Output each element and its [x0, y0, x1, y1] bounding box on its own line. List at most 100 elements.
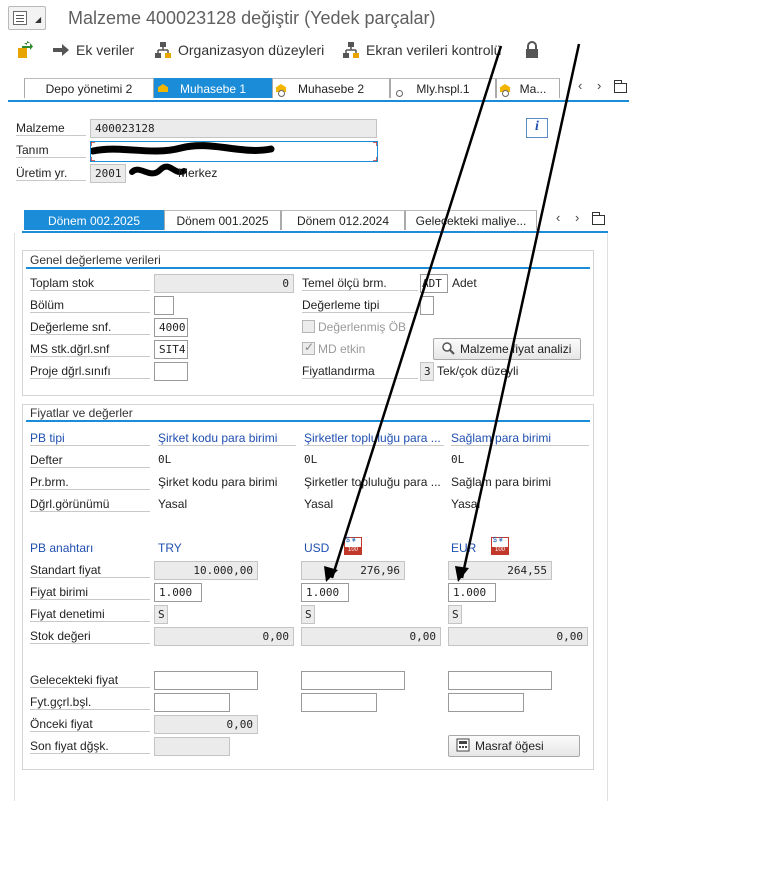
- tab-gelecekteki-maliye[interactable]: Gelecekteki maliye...: [405, 210, 537, 230]
- standart-fiyat-field: 276,96: [301, 561, 405, 580]
- info-icon[interactable]: i: [526, 118, 548, 138]
- genel-title: Genel değerleme verileri: [30, 253, 161, 267]
- fiyat-birimi-label: Fiyat birimi: [30, 585, 150, 600]
- system-menu-button[interactable]: ◢: [8, 6, 46, 30]
- onceki-fiyat-field: 0,00: [154, 715, 258, 734]
- standart-fiyat-field: 10.000,00: [154, 561, 258, 580]
- tab-label: Gelecekteki maliye...: [415, 213, 527, 228]
- tanim-field[interactable]: [90, 141, 378, 162]
- dgrl-gor-value: Yasal: [158, 497, 188, 511]
- tab-donem-001-2025[interactable]: Dönem 001.2025: [164, 210, 281, 230]
- pb-anahtari-label: PB anahtarı: [30, 541, 94, 555]
- tab-label: Dönem 012.2024: [296, 213, 390, 228]
- ms-stk-label: MS stk.dğrl.snf: [30, 342, 150, 357]
- ekran-kontrol-label: Ekran verileri kontrolü: [366, 42, 502, 58]
- currency-key: EUR: [451, 541, 477, 555]
- proje-label: Proje dğrl.sınıfı: [30, 364, 150, 379]
- defter-value: 0L: [451, 453, 465, 466]
- uretim-code-field: 2001: [90, 164, 126, 183]
- malzeme-fiyat-analizi-label: Malzeme fiyat analizi: [460, 342, 572, 356]
- application-toolbar: Ek veriler Organizasyon düzeyleri Ekran …: [0, 38, 758, 64]
- pr-brm-label: Pr.brm.: [30, 475, 150, 490]
- gelecekteki-fiyat-field[interactable]: [301, 671, 405, 690]
- fyt-gcrl-field[interactable]: [154, 693, 230, 712]
- temel-olcu-field[interactable]: ADT: [420, 274, 448, 293]
- tab-label: Ma...: [519, 81, 547, 96]
- malzeme-field: 400023128: [90, 119, 377, 138]
- proje-field[interactable]: [154, 362, 188, 381]
- title-bar: ◢ Malzeme 400023128 değiştir (Yedek parç…: [0, 0, 758, 36]
- degerleme-snf-field[interactable]: 4000: [154, 318, 188, 337]
- fiyatlar-title: Fiyatlar ve değerler: [30, 406, 133, 420]
- onceki-fiyat-label: Önceki fiyat: [30, 717, 150, 732]
- fiyat-denetimi-field: S: [154, 605, 168, 624]
- currency-key: TRY: [158, 541, 182, 555]
- tab-list-folder-icon[interactable]: [614, 80, 627, 93]
- fiyatlandirma-text: Tek/çok düzeyli: [437, 364, 519, 378]
- standart-fiyat-field: 264,55: [448, 561, 552, 580]
- view-tabstrip: Depo yönetimi 2 Muhasebe 1 Muhasebe 2 Ml…: [18, 78, 630, 100]
- pb-tipi-value: Şirketler topluluğu para ...: [304, 431, 444, 446]
- fyt-gcrl-field[interactable]: [448, 693, 524, 712]
- masraf-ogesi-button[interactable]: Masraf öğesi: [448, 735, 580, 757]
- pb-tipi-value: Sağlam para birimi: [451, 431, 589, 446]
- status-dot-icon: [278, 90, 285, 97]
- gelecekteki-fiyat-label: Gelecekteki fiyat: [30, 673, 150, 688]
- chevron-right-icon[interactable]: ›: [575, 210, 579, 225]
- md-etkin-checkbox[interactable]: [302, 340, 315, 355]
- redaction-scribble: [91, 142, 275, 155]
- organizasyon-label: Organizasyon düzeyleri: [178, 42, 325, 58]
- tab-depo-yonetimi-2[interactable]: Depo yönetimi 2: [24, 78, 154, 98]
- fiyat-birimi-field[interactable]: 1.000: [301, 583, 349, 602]
- fyt-gcrl-field[interactable]: [301, 693, 377, 712]
- ekran-kontrol-button[interactable]: Ekran verileri kontrolü: [342, 38, 501, 62]
- tab-donem-002-2025[interactable]: Dönem 002.2025: [24, 210, 164, 230]
- gelecekteki-fiyat-field[interactable]: [154, 671, 258, 690]
- tab-label: Muhasebe 1: [179, 81, 247, 96]
- ek-veriler-button[interactable]: Ek veriler: [52, 38, 134, 62]
- fiyat-birimi-field[interactable]: 1.000: [448, 583, 496, 602]
- degerlenmis-ob-label: Değerlenmiş ÖB: [318, 320, 407, 334]
- uretim-text: Merkez: [178, 166, 218, 180]
- check-hierarchy-icon: [342, 41, 360, 59]
- tab-muhasebe-2[interactable]: Muhasebe 2: [272, 78, 390, 98]
- ms-stk-field[interactable]: SIT4: [154, 340, 188, 359]
- chevron-right-icon[interactable]: ›: [597, 78, 601, 93]
- menu-icon: [13, 11, 27, 25]
- defter-value: 0L: [304, 453, 318, 466]
- organizasyon-button[interactable]: Organizasyon düzeyleri: [154, 38, 324, 62]
- lock-button[interactable]: [523, 38, 541, 62]
- tab-label: Depo yönetimi 2: [45, 81, 133, 96]
- chevron-left-icon[interactable]: ‹: [578, 78, 582, 93]
- tab-mly-hspl-1[interactable]: Mly.hspl.1: [390, 78, 496, 98]
- stok-degeri-field: 0,00: [301, 627, 441, 646]
- gelecekteki-fiyat-field[interactable]: [448, 671, 552, 690]
- fiyatlandirma-label: Fiyatlandırma: [302, 364, 418, 379]
- tab-label: Dönem 001.2025: [176, 213, 269, 228]
- degerleme-snf-label: Değerleme snf.: [30, 320, 150, 335]
- fiyat-birimi-field[interactable]: 1.000: [154, 583, 202, 602]
- dgrl-gor-value: Yasal: [451, 497, 481, 511]
- chevron-left-icon[interactable]: ‹: [556, 210, 560, 225]
- fiyat-denetimi-field: S: [301, 605, 315, 624]
- degerlenmis-ob-checkbox[interactable]: [302, 320, 315, 333]
- fyt-gcrl-label: Fyt.gçrl.bşl.: [30, 695, 150, 710]
- defter-label: Defter: [30, 453, 150, 468]
- degerleme-tipi-field[interactable]: [420, 296, 434, 315]
- fiyat-denetimi-label: Fiyat denetimi: [30, 607, 150, 622]
- md-etkin-label: MD etkin: [318, 342, 366, 356]
- malzeme-fiyat-analizi-button[interactable]: Malzeme fiyat analizi: [433, 338, 581, 360]
- bolum-field[interactable]: [154, 296, 174, 315]
- dgrl-gor-value: Yasal: [304, 497, 334, 511]
- currency-conversion-icon[interactable]: [344, 537, 362, 555]
- tab-donem-012-2024[interactable]: Dönem 012.2024: [281, 210, 405, 230]
- lock-icon: [523, 41, 541, 59]
- currency-conversion-icon[interactable]: [491, 537, 509, 555]
- tab-muhasebe-1[interactable]: Muhasebe 1: [154, 78, 272, 98]
- pr-brm-value: Sağlam para birimi: [451, 475, 552, 489]
- stok-degeri-field: 0,00: [448, 627, 588, 646]
- tab-ma[interactable]: Ma...: [496, 78, 560, 98]
- toplam-stok-field: 0: [154, 274, 294, 293]
- tab-list-folder-icon[interactable]: [592, 212, 605, 225]
- switch-button[interactable]: [16, 38, 34, 62]
